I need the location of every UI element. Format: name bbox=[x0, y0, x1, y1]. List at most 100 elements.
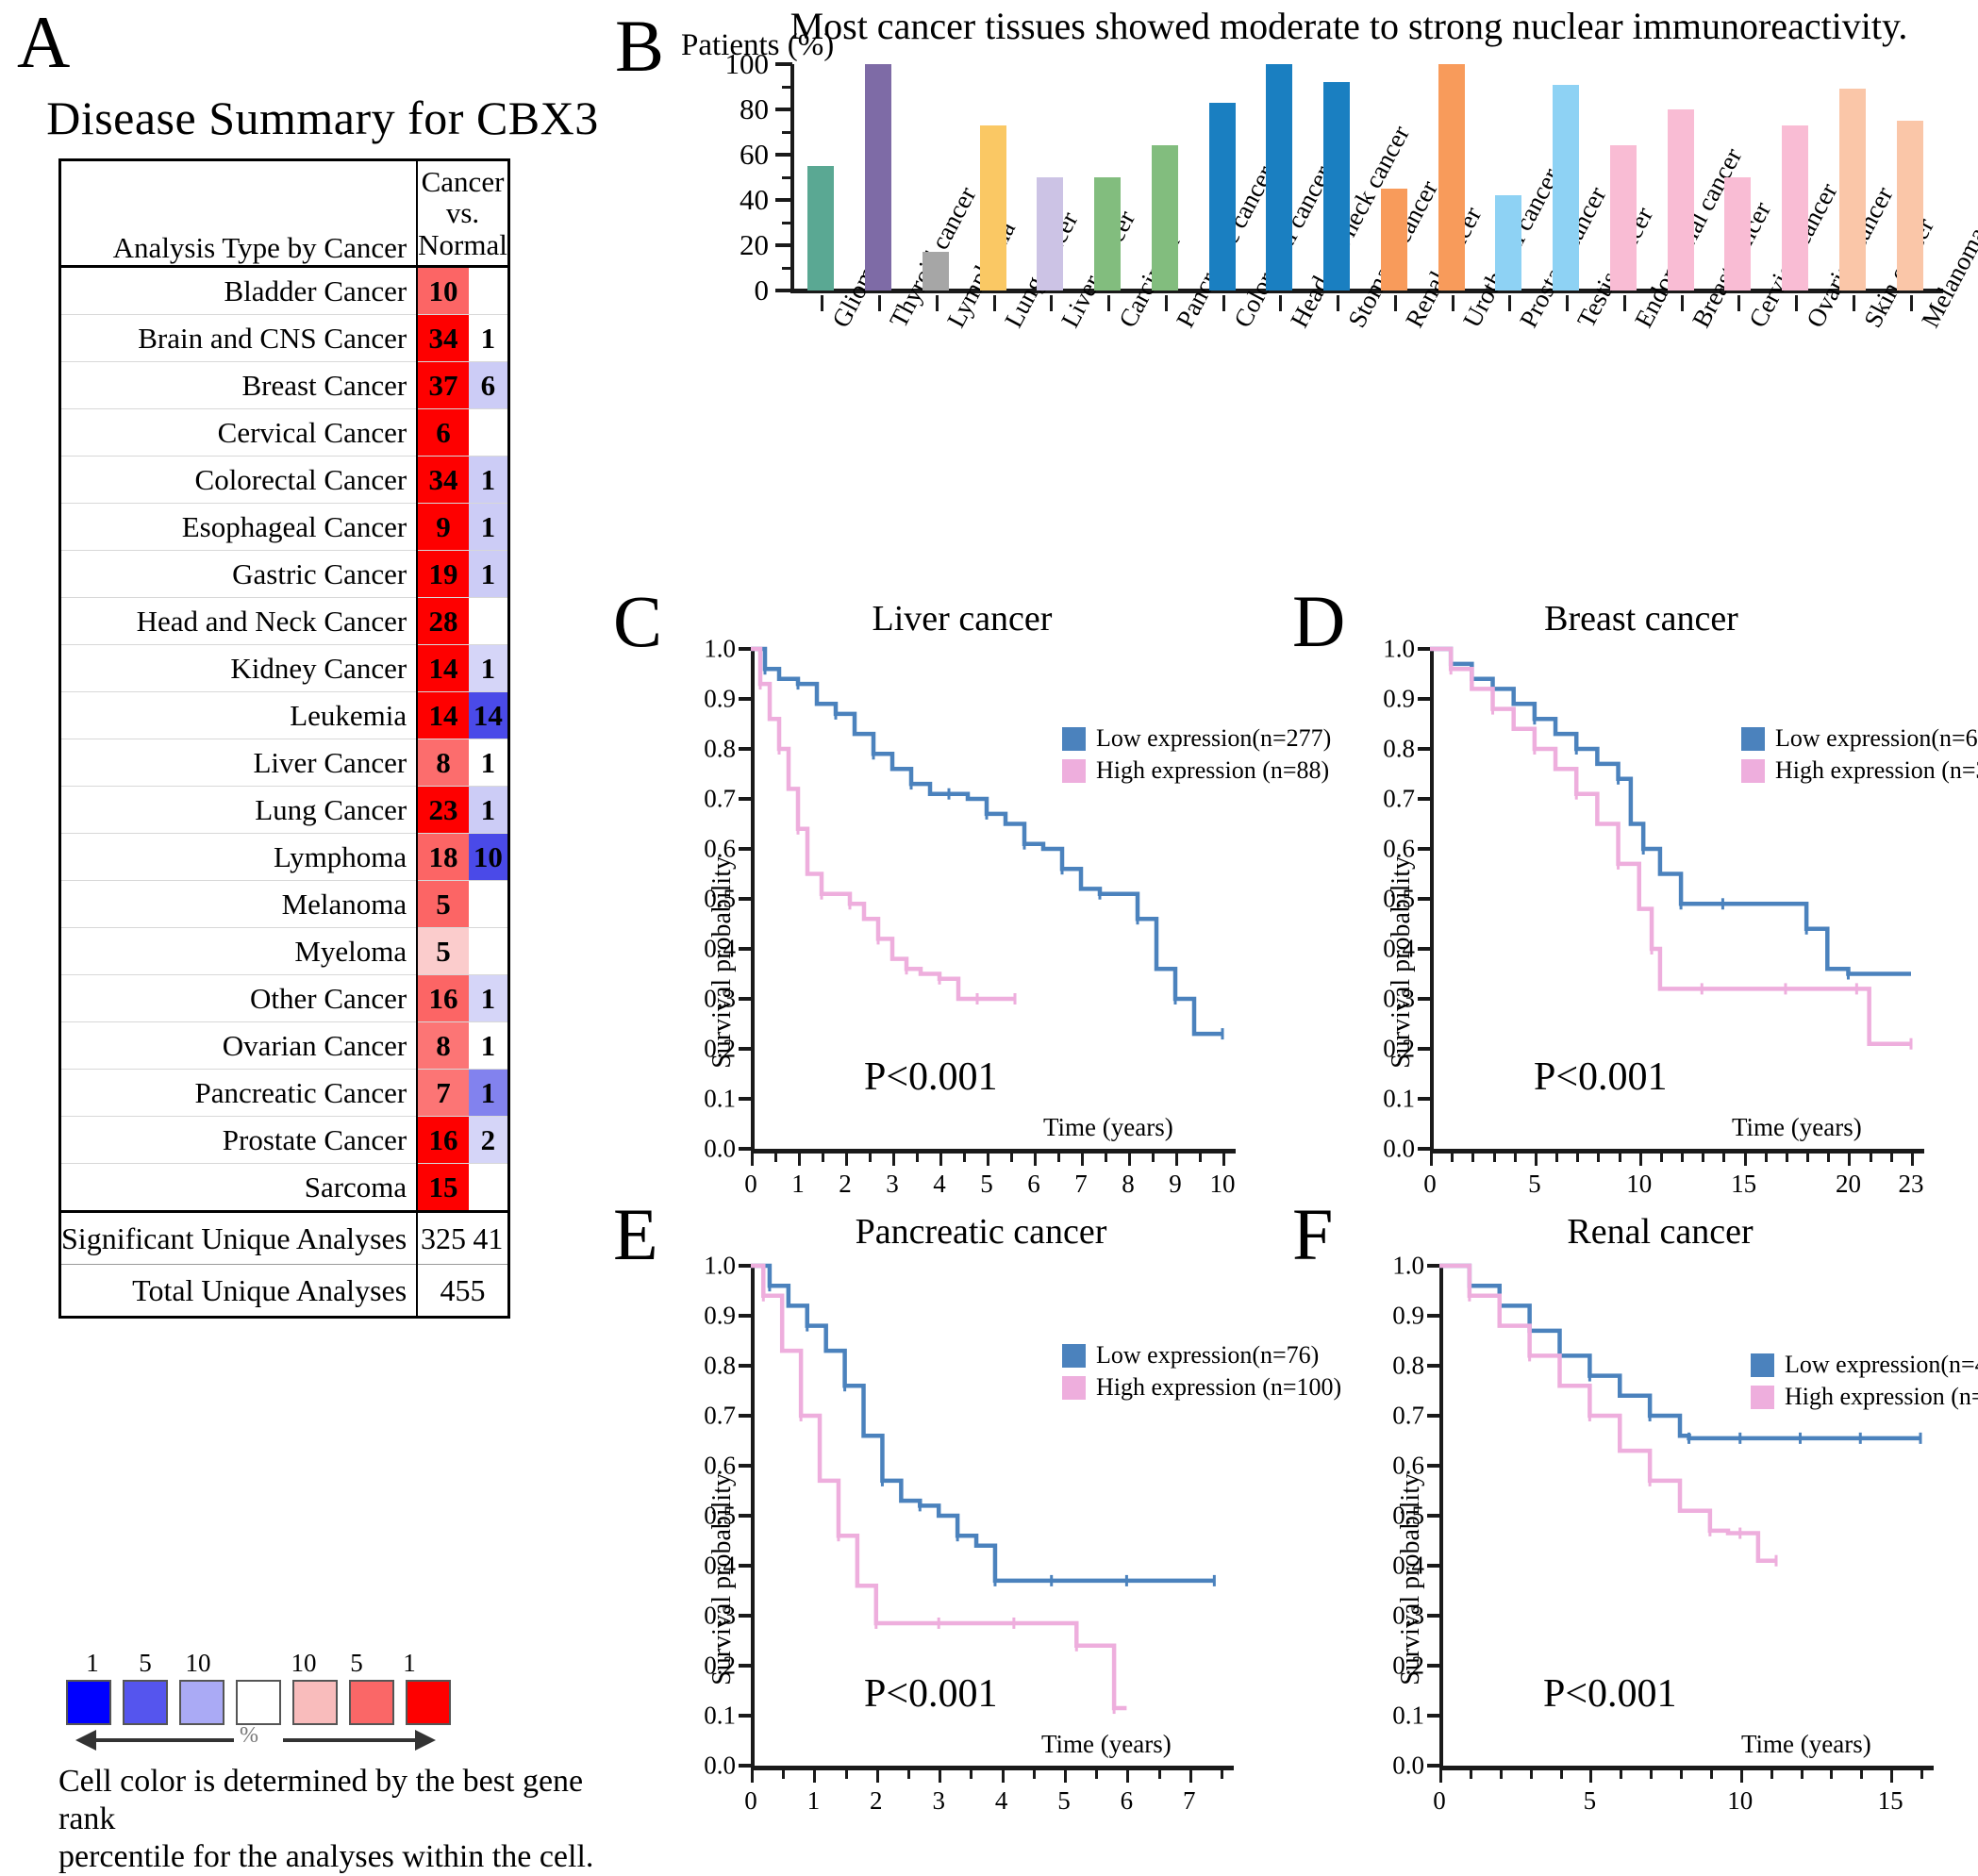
bar[interactable] bbox=[979, 125, 1006, 291]
cell-overexpression[interactable]: 34 bbox=[417, 456, 469, 504]
cell-overexpression[interactable]: 8 bbox=[417, 739, 469, 787]
y-tick bbox=[1418, 1097, 1430, 1101]
cell-underexpression[interactable]: 1 bbox=[468, 314, 509, 362]
cell-overexpression[interactable]: 34 bbox=[417, 314, 469, 362]
table-row: Colorectal Cancer 34 1 bbox=[59, 456, 509, 504]
cell-overexpression[interactable]: 23 bbox=[417, 786, 469, 834]
cell-overexpression[interactable]: 6 bbox=[417, 408, 469, 457]
cell-underexpression[interactable]: 1 bbox=[468, 456, 509, 504]
bar[interactable] bbox=[1495, 195, 1522, 291]
cell-underexpression[interactable] bbox=[468, 408, 509, 457]
cell-overexpression[interactable]: 14 bbox=[417, 644, 469, 692]
x-tick bbox=[1739, 1770, 1743, 1783]
y-tick-label: 100 bbox=[724, 47, 770, 80]
bar[interactable] bbox=[1782, 125, 1809, 291]
bar[interactable] bbox=[1667, 109, 1694, 291]
legend-number bbox=[224, 1649, 277, 1678]
bar[interactable] bbox=[1151, 145, 1178, 291]
x-tick bbox=[1126, 1770, 1130, 1783]
bar[interactable] bbox=[1266, 64, 1293, 291]
km-curve bbox=[1430, 646, 1911, 1046]
y-tick bbox=[775, 198, 792, 202]
cell-overexpression[interactable]: 16 bbox=[417, 1116, 469, 1164]
cell-underexpression[interactable]: 6 bbox=[468, 361, 509, 409]
cell-overexpression[interactable]: 18 bbox=[417, 833, 469, 881]
cell-underexpression[interactable] bbox=[468, 927, 509, 975]
x-minor-tick bbox=[1681, 1154, 1685, 1162]
x-minor-tick bbox=[1764, 1154, 1768, 1162]
cell-underexpression[interactable] bbox=[468, 880, 509, 928]
x-minor-tick bbox=[1471, 1154, 1475, 1162]
x-tick bbox=[1188, 1770, 1192, 1783]
x-tick-label: 5 bbox=[1583, 1786, 1597, 1815]
cell-underexpression[interactable]: 1 bbox=[468, 974, 509, 1022]
cell-overexpression[interactable]: 7 bbox=[417, 1069, 469, 1117]
cell-underexpression[interactable] bbox=[468, 1163, 509, 1212]
cell-overexpression[interactable]: 9 bbox=[417, 503, 469, 551]
bar[interactable] bbox=[1037, 177, 1064, 291]
panel-c-letter: C bbox=[613, 580, 663, 662]
bar[interactable] bbox=[1380, 189, 1407, 291]
cell-underexpression[interactable]: 1 bbox=[468, 786, 509, 834]
cell-underexpression[interactable]: 1 bbox=[468, 1069, 509, 1117]
cell-overexpression[interactable]: 5 bbox=[417, 880, 469, 928]
bar[interactable] bbox=[1438, 64, 1465, 291]
cell-overexpression[interactable]: 37 bbox=[417, 361, 469, 409]
bar[interactable] bbox=[1724, 177, 1752, 291]
cell-overexpression[interactable]: 5 bbox=[417, 927, 469, 975]
cell-overexpression[interactable]: 15 bbox=[417, 1163, 469, 1212]
row-label: Other Cancer bbox=[59, 974, 419, 1022]
bar[interactable] bbox=[1553, 84, 1580, 291]
cell-overexpression[interactable]: 10 bbox=[417, 265, 469, 315]
cell-underexpression[interactable]: 1 bbox=[468, 1021, 509, 1070]
x-tick bbox=[1128, 1154, 1131, 1166]
cell-overexpression[interactable]: 19 bbox=[417, 550, 469, 598]
table-row: Esophageal Cancer 9 1 bbox=[59, 503, 509, 551]
cell-underexpression[interactable]: 2 bbox=[468, 1116, 509, 1164]
x-minor-tick bbox=[1800, 1770, 1803, 1779]
x-minor-tick bbox=[774, 1154, 777, 1162]
bar[interactable] bbox=[807, 166, 835, 291]
cell-underexpression[interactable]: 1 bbox=[468, 503, 509, 551]
cell-overexpression[interactable]: 8 bbox=[417, 1021, 469, 1070]
bar[interactable] bbox=[1208, 102, 1236, 291]
bar[interactable] bbox=[1323, 82, 1351, 291]
y-tick bbox=[739, 1097, 751, 1101]
y-tick-label: 0.0 bbox=[1392, 1751, 1424, 1780]
cell-underexpression[interactable]: 10 bbox=[468, 833, 509, 881]
x-minor-tick bbox=[1529, 1770, 1533, 1779]
row-label: Prostate Cancer bbox=[59, 1116, 419, 1164]
x-minor-tick bbox=[1057, 1154, 1060, 1162]
y-tick bbox=[739, 1314, 751, 1318]
cell-overexpression[interactable]: 28 bbox=[417, 597, 469, 645]
significant-up: 325 bbox=[417, 1210, 469, 1265]
cell-underexpression[interactable] bbox=[468, 597, 509, 645]
table-row: Cervical Cancer 6 bbox=[59, 408, 509, 457]
cell-underexpression[interactable]: 1 bbox=[468, 550, 509, 598]
x-minor-tick bbox=[1722, 1154, 1726, 1162]
y-axis-title: Survival probability bbox=[1396, 1473, 1425, 1685]
cell-underexpression[interactable]: 14 bbox=[468, 691, 509, 739]
cell-underexpression[interactable] bbox=[468, 265, 509, 315]
y-minor-tick bbox=[782, 267, 792, 270]
cell-underexpression[interactable]: 1 bbox=[468, 644, 509, 692]
bar[interactable] bbox=[1838, 89, 1866, 291]
bar[interactable] bbox=[1609, 145, 1637, 291]
y-tick bbox=[739, 997, 751, 1001]
y-tick bbox=[739, 847, 751, 851]
table-row: Kidney Cancer 14 1 bbox=[59, 644, 509, 692]
cell-overexpression[interactable]: 14 bbox=[417, 691, 469, 739]
bar[interactable] bbox=[1896, 121, 1923, 291]
cell-overexpression[interactable]: 16 bbox=[417, 974, 469, 1022]
chart-legend: Low expression(n=414) High expression (n=… bbox=[1751, 1349, 1978, 1414]
bar[interactable] bbox=[865, 64, 892, 291]
bar[interactable] bbox=[1094, 177, 1122, 291]
x-tick bbox=[821, 295, 824, 311]
row-label: Bladder Cancer bbox=[59, 265, 419, 315]
x-tick bbox=[1337, 295, 1340, 311]
bar[interactable] bbox=[922, 252, 949, 291]
row-label: Sarcoma bbox=[59, 1163, 419, 1212]
y-tick bbox=[1427, 1764, 1439, 1768]
y-tick bbox=[1418, 1047, 1430, 1051]
cell-underexpression[interactable]: 1 bbox=[468, 739, 509, 787]
